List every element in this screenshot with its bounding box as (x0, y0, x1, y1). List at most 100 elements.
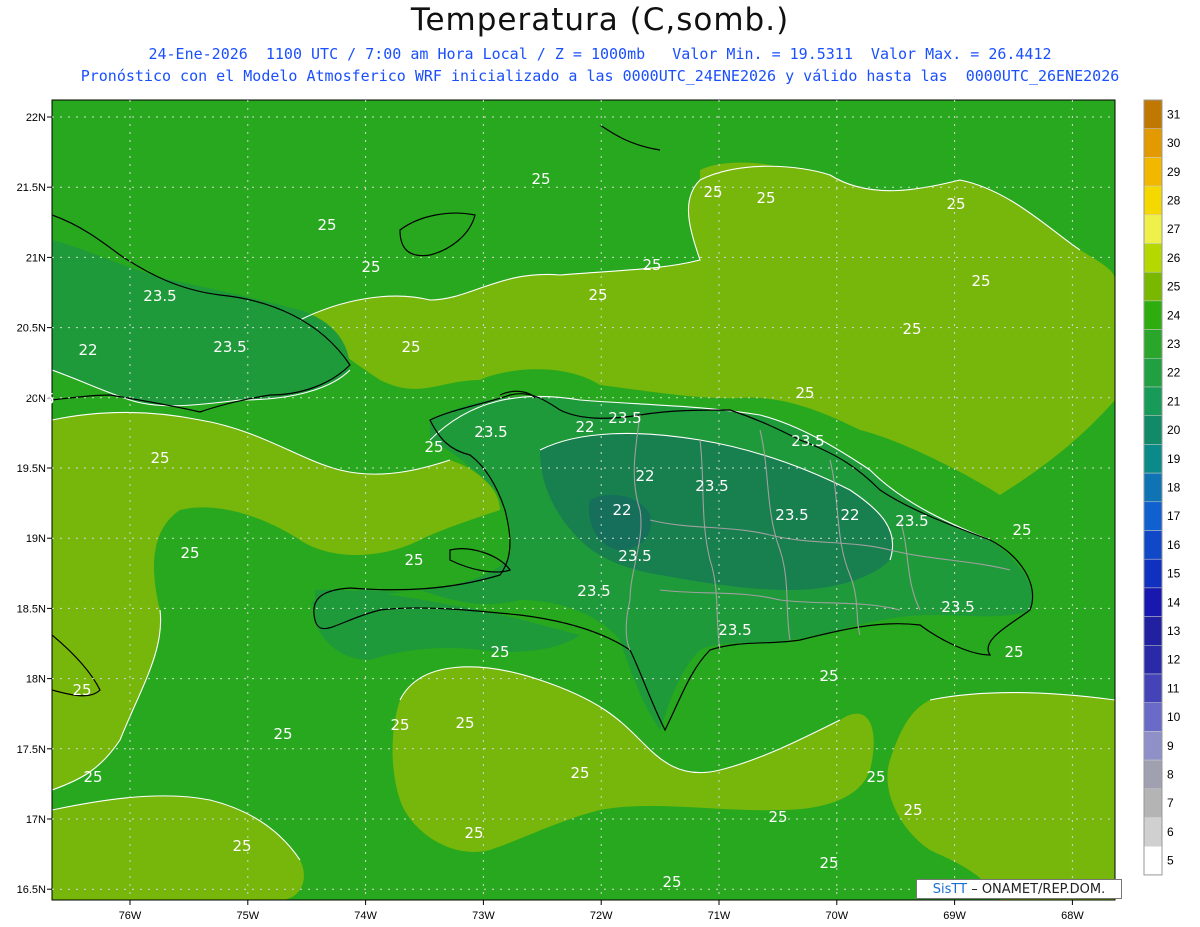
colorbar-label: 8 (1167, 767, 1174, 781)
color-legend: 31 30 29 28 27 26 25 24 23 22 21 20 19 18 17 16 15 14 13 12… (1143, 99, 1181, 876)
lon-label: 72W (590, 910, 613, 922)
colorbar-label: 6 (1167, 825, 1174, 839)
colorbar-label: 29 (1167, 165, 1181, 179)
contour-label: 25 (83, 768, 102, 786)
contour-label: 25 (424, 438, 443, 456)
lat-label: 17.5N (17, 744, 46, 756)
contour-label: 25 (662, 873, 681, 891)
colorbar-label: 30 (1167, 136, 1181, 150)
colorbar-swatch (1143, 845, 1163, 876)
contour-label: 25 (756, 189, 775, 207)
contour-label: 25 (317, 216, 336, 234)
colorbar-swatch (1143, 645, 1163, 675)
colorbar-swatch (1143, 788, 1163, 818)
colorbar-label: 25 (1167, 280, 1181, 294)
contour-label: 23.5 (143, 287, 176, 305)
colorbar-swatch (1143, 329, 1163, 359)
contour-label: 25 (819, 667, 838, 685)
colorbar-swatch (1143, 759, 1163, 790)
contour-label: 25 (570, 764, 589, 782)
colorbar-swatch (1143, 243, 1163, 273)
colorbar-label: 14 (1167, 595, 1181, 609)
colorbar-swatch (1143, 673, 1163, 703)
colorbar-label: 19 (1167, 452, 1181, 466)
lat-label: 16.5N (17, 884, 46, 896)
colorbar-swatch (1143, 99, 1163, 129)
lon-label: 76W (119, 910, 142, 922)
colorbar-swatch (1143, 587, 1163, 617)
contour-label: 25 (795, 384, 814, 402)
colorbar-swatch (1143, 128, 1163, 158)
colorbar-swatch (1143, 185, 1163, 216)
contour-label: 22 (575, 418, 594, 436)
contour-label: 25 (180, 544, 199, 562)
colorbar-label: 15 (1167, 567, 1181, 581)
contour-label: 22 (612, 501, 631, 519)
contour-label: 25 (361, 258, 380, 276)
colorbar-swatch (1143, 358, 1163, 388)
contour-label: 25 (464, 824, 483, 842)
colorbar-label: 23 (1167, 337, 1181, 351)
lat-label: 21N (26, 252, 46, 264)
colorbar-swatch (1143, 444, 1163, 474)
colorbar-label: 21 (1167, 394, 1181, 408)
colorbar-swatch (1143, 731, 1163, 761)
contour-label: 25 (819, 854, 838, 872)
contour-label: 25 (866, 768, 885, 786)
lat-label: 19N (26, 533, 46, 545)
colorbar-label: 20 (1167, 423, 1181, 437)
colorbar-swatch (1143, 415, 1163, 445)
colorbar-label: 9 (1167, 739, 1174, 753)
contour-label: 23.5 (941, 598, 974, 616)
colorbar-label: 26 (1167, 251, 1181, 265)
contour-label: 25 (588, 286, 607, 304)
contour-label: 23.5 (577, 582, 610, 600)
colorbar-label: 12 (1167, 653, 1181, 667)
contour-label: 25 (404, 551, 423, 569)
credit-text: – ONAMET/REP.DOM. (967, 882, 1106, 897)
colorbar-label: 24 (1167, 308, 1181, 322)
contour-label: 23.5 (718, 621, 751, 639)
latitude-axis: 22N21.5N21N20.5N20N19.5N19N18.5N18N17.5N… (17, 112, 52, 896)
contour-label: 25 (642, 256, 661, 274)
colorbar-label: 31 (1167, 107, 1181, 121)
longitude-axis: 76W 75W 74W 73W 72W 71W 70W 69W 68W (119, 900, 1084, 922)
colorbar-label: 5 (1167, 854, 1174, 868)
colorbar-label: 28 (1167, 193, 1181, 207)
contour-label: 25 (150, 449, 169, 467)
contour-label: 22 (840, 506, 859, 524)
contour-label: 25 (72, 681, 91, 699)
contour-label: 23.5 (618, 547, 651, 565)
lon-label: 71W (708, 910, 731, 922)
colorbar-swatch (1143, 817, 1163, 847)
colorbar-label: 13 (1167, 624, 1181, 638)
contour-label: 23.5 (608, 409, 641, 427)
contour-label: 25 (455, 714, 474, 732)
contour-label: 25 (946, 195, 965, 213)
contour-label: 23.5 (775, 506, 808, 524)
lat-label: 21.5N (17, 182, 46, 194)
colorbar-swatch (1143, 214, 1163, 244)
contour-label: 22 (78, 341, 97, 359)
colorbar-label: 22 (1167, 366, 1181, 380)
colorbar-swatch (1143, 472, 1163, 503)
contour-label: 25 (232, 837, 251, 855)
contour-label: 25 (490, 643, 509, 661)
contour-label: 25 (902, 320, 921, 338)
lat-label: 18.5N (17, 603, 46, 615)
colorbar-swatch (1143, 558, 1163, 589)
colorbar-swatch (1143, 157, 1163, 187)
colorbar-swatch (1143, 501, 1163, 531)
lon-label: 68W (1061, 910, 1084, 922)
colorbar-swatch (1143, 271, 1163, 302)
contour-label: 23.5 (695, 477, 728, 495)
contour-label: 23.5 (791, 432, 824, 450)
contour-label: 23.5 (474, 423, 507, 441)
contour-label: 25 (971, 272, 990, 290)
contour-label: 23.5 (213, 338, 246, 356)
colorbar-label: 27 (1167, 222, 1181, 236)
colorbar-label: 11 (1167, 681, 1180, 695)
lat-label: 22N (26, 112, 46, 124)
colorbar-label: 18 (1167, 480, 1181, 494)
colorbar-swatch (1143, 702, 1163, 732)
